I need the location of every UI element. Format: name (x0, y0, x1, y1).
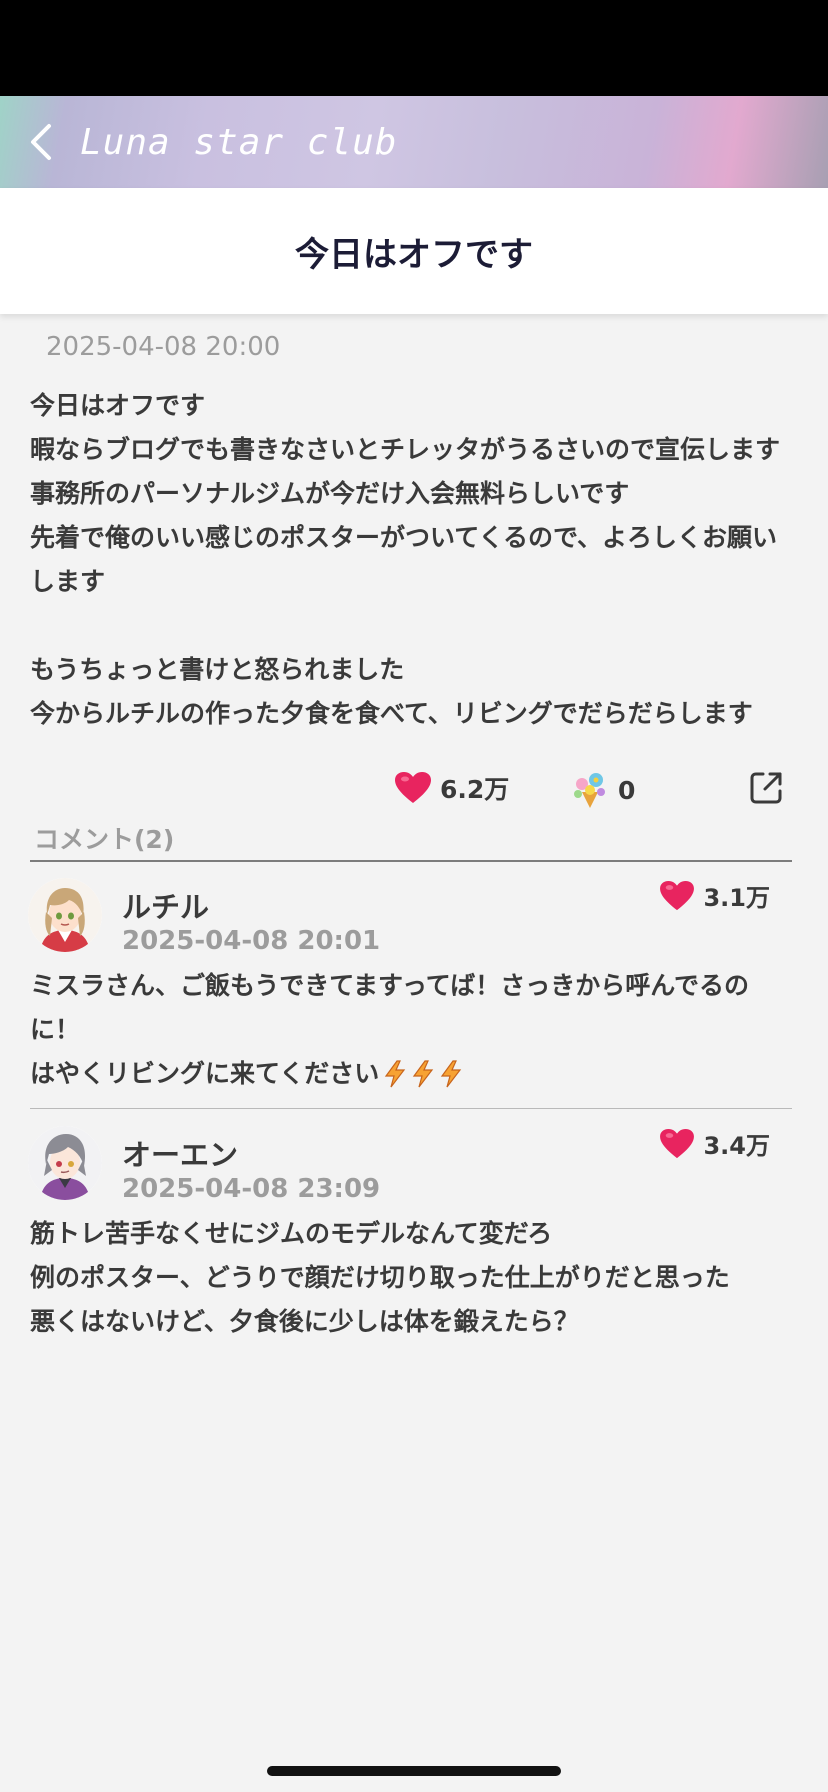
post-actions: 6.2万 0 (0, 762, 828, 822)
comment-line: に！ (30, 1015, 81, 1044)
comment-date: 2025-04-08 20:01 (122, 926, 381, 956)
heart-icon (660, 1128, 695, 1158)
comment-line-with-emoji: はやくリビングに来てください (30, 1052, 790, 1102)
post-like-button[interactable]: 6.2万 (394, 770, 509, 806)
comment-line: 悪くはないけど、夕食後に少しは体を鍛えたら？ (30, 1307, 579, 1336)
comment-line: 例のポスター、どうりで顔だけ切り取った仕上がりだと思った (30, 1263, 730, 1292)
comment-like-count: 3.4万 (703, 1132, 770, 1160)
share-button[interactable] (748, 770, 784, 806)
comment-like-count: 3.1万 (703, 884, 770, 912)
app-title: Luna star club (80, 121, 398, 163)
comments-label: コメント(2) (34, 825, 175, 854)
comment-line: 筋トレ苦手なくせにジムのモデルなんて変だろ (30, 1219, 553, 1248)
post-line: 今からルチルの作った夕食を食べて、リビングでだらだらします (30, 699, 753, 728)
post-line: します (30, 567, 106, 596)
comment-like-button[interactable]: 3.1万 (659, 878, 770, 913)
post-body: 今日はオフです 暇ならブログでも書きなさいとチレッタがうるさいので宣伝します 事… (30, 384, 800, 736)
comment-body: 筋トレ苦手なくせにジムのモデルなんて変だろ 例のポスター、どうりで顔だけ切り取っ… (30, 1212, 790, 1344)
home-indicator (267, 1766, 561, 1776)
chevron-left-icon (31, 124, 51, 160)
comment-line: ミスラさん、ご飯もうできてますってば！さっきから呼んでるの (30, 971, 750, 1000)
title-bar: 今日はオフです (0, 188, 828, 314)
zap-icon (411, 1058, 435, 1102)
share-external-icon (750, 772, 782, 804)
post-line: 暇ならブログでも書きなさいとチレッタがうるさいので宣伝します (30, 435, 781, 464)
post-line: 先着で俺のいい感じのポスターがついてくるので、よろしくお願い (30, 523, 778, 552)
status-bar (0, 0, 828, 96)
heart-icon (395, 772, 431, 803)
avatar[interactable] (28, 878, 102, 952)
comment-body: ミスラさん、ご飯もうできてますってば！さっきから呼んでるの に！ はやくリビング… (30, 964, 790, 1102)
post-line: もうちょっと書けと怒られました (30, 655, 405, 684)
post-gift-count: 0 (618, 775, 636, 805)
post-line (30, 604, 800, 648)
heart-icon (660, 880, 695, 910)
zap-icon (383, 1058, 407, 1102)
post-date: 2025-04-08 20:00 (46, 332, 281, 362)
back-button[interactable] (12, 112, 72, 172)
comment-date: 2025-04-08 23:09 (122, 1174, 381, 1204)
comment-divider (30, 1108, 792, 1109)
post-like-count: 6.2万 (440, 775, 510, 804)
post-gift-button[interactable]: 0 (570, 770, 635, 810)
comment-author[interactable]: ルチル (122, 884, 209, 926)
user-avatar-icon (28, 1126, 102, 1200)
app-header: Luna star club (0, 96, 828, 188)
avatar[interactable] (28, 1126, 102, 1200)
comments-header: コメント(2) (30, 820, 792, 862)
post-line: 今日はオフです (30, 391, 206, 420)
flower-bouquet-icon (574, 773, 605, 808)
post-line: 事務所のパーソナルジムが今だけ入会無料らしいです (30, 479, 630, 508)
comment-author[interactable]: オーエン (122, 1132, 238, 1174)
comment-line: はやくリビングに来てください (30, 1059, 380, 1088)
page-title: 今日はオフです (295, 234, 533, 275)
zap-icon (439, 1058, 463, 1102)
user-avatar-icon (28, 878, 102, 952)
comment-like-button[interactable]: 3.4万 (659, 1126, 770, 1161)
